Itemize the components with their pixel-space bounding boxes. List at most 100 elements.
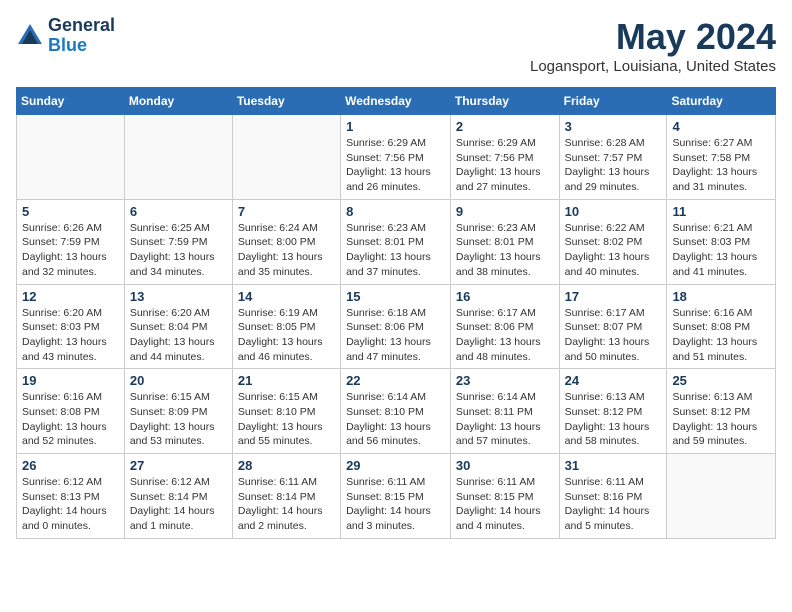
day-info: Sunrise: 6:17 AM Sunset: 8:07 PM Dayligh… (565, 306, 662, 365)
day-number: 8 (346, 204, 445, 219)
day-info: Sunrise: 6:23 AM Sunset: 8:01 PM Dayligh… (346, 221, 445, 280)
calendar-header: SundayMondayTuesdayWednesdayThursdayFrid… (17, 88, 776, 115)
day-info: Sunrise: 6:14 AM Sunset: 8:11 PM Dayligh… (456, 390, 554, 449)
day-info: Sunrise: 6:13 AM Sunset: 8:12 PM Dayligh… (672, 390, 770, 449)
day-number: 18 (672, 289, 770, 304)
logo-icon (16, 22, 44, 50)
day-number: 5 (22, 204, 119, 219)
day-info: Sunrise: 6:26 AM Sunset: 7:59 PM Dayligh… (22, 221, 119, 280)
day-info: Sunrise: 6:20 AM Sunset: 8:03 PM Dayligh… (22, 306, 119, 365)
calendar-cell: 8 Sunrise: 6:23 AM Sunset: 8:01 PM Daylig… (341, 199, 451, 284)
day-number: 16 (456, 289, 554, 304)
day-number: 28 (238, 458, 335, 473)
day-info: Sunrise: 6:11 AM Sunset: 8:15 PM Dayligh… (456, 475, 554, 534)
day-info: Sunrise: 6:17 AM Sunset: 8:06 PM Dayligh… (456, 306, 554, 365)
day-of-week-header: Tuesday (232, 88, 340, 115)
calendar-week-row: 12 Sunrise: 6:20 AM Sunset: 8:03 PM Dayli… (17, 284, 776, 369)
day-number: 15 (346, 289, 445, 304)
day-of-week-header: Sunday (17, 88, 125, 115)
calendar-cell (667, 454, 776, 539)
calendar-cell: 12 Sunrise: 6:20 AM Sunset: 8:03 PM Dayli… (17, 284, 125, 369)
calendar-cell: 7 Sunrise: 6:24 AM Sunset: 8:00 PM Daylig… (232, 199, 340, 284)
calendar-week-row: 1 Sunrise: 6:29 AM Sunset: 7:56 PM Daylig… (17, 115, 776, 200)
calendar-cell: 28Sunrise: 6:11 AM Sunset: 8:14 PM Dayli… (232, 454, 340, 539)
calendar-week-row: 26 Sunrise: 6:12 AM Sunset: 8:13 PM Dayli… (17, 454, 776, 539)
day-number: 7 (238, 204, 335, 219)
calendar-cell: 17 Sunrise: 6:17 AM Sunset: 8:07 PM Dayli… (559, 284, 667, 369)
day-info: Sunrise: 6:20 AM Sunset: 8:04 PM Dayligh… (130, 306, 227, 365)
calendar-cell: 5 Sunrise: 6:26 AM Sunset: 7:59 PM Daylig… (17, 199, 125, 284)
day-number: 19 (22, 373, 119, 388)
day-number: 13 (130, 289, 227, 304)
calendar-cell: 18Sunrise: 6:16 AM Sunset: 8:08 PM Dayli… (667, 284, 776, 369)
day-number: 26 (22, 458, 119, 473)
day-number: 30 (456, 458, 554, 473)
calendar-cell: 30 Sunrise: 6:11 AM Sunset: 8:15 PM Dayli… (450, 454, 559, 539)
calendar-cell: 2 Sunrise: 6:29 AM Sunset: 7:56 PM Daylig… (450, 115, 559, 200)
day-number: 25 (672, 373, 770, 388)
day-number: 14 (238, 289, 335, 304)
logo-general-text: General (48, 15, 115, 35)
calendar-table: SundayMondayTuesdayWednesdayThursdayFrid… (16, 87, 776, 539)
day-number: 24 (565, 373, 662, 388)
calendar-cell: 23 Sunrise: 6:14 AM Sunset: 8:11 PM Dayli… (450, 369, 559, 454)
day-number: 22 (346, 373, 445, 388)
calendar-cell: 24 Sunrise: 6:13 AM Sunset: 8:12 PM Dayli… (559, 369, 667, 454)
day-number: 11 (672, 204, 770, 219)
calendar-cell: 15 Sunrise: 6:18 AM Sunset: 8:06 PM Dayli… (341, 284, 451, 369)
day-info: Sunrise: 6:28 AM Sunset: 7:57 PM Dayligh… (565, 136, 662, 195)
day-number: 12 (22, 289, 119, 304)
day-number: 27 (130, 458, 227, 473)
day-of-week-header: Thursday (450, 88, 559, 115)
day-number: 1 (346, 119, 445, 134)
calendar-cell: 9 Sunrise: 6:23 AM Sunset: 8:01 PM Daylig… (450, 199, 559, 284)
calendar-cell: 1Sunrise: 6:29 AM Sunset: 7:56 PM Daylig… (341, 115, 451, 200)
logo: General Blue (16, 16, 115, 56)
location-subtitle: Logansport, Louisiana, United States (530, 58, 776, 75)
day-info: Sunrise: 6:11 AM Sunset: 8:15 PM Dayligh… (346, 475, 445, 534)
calendar-cell: 16 Sunrise: 6:17 AM Sunset: 8:06 PM Dayli… (450, 284, 559, 369)
day-info: Sunrise: 6:15 AM Sunset: 8:10 PM Dayligh… (238, 390, 335, 449)
calendar-cell: 11Sunrise: 6:21 AM Sunset: 8:03 PM Dayli… (667, 199, 776, 284)
day-info: Sunrise: 6:25 AM Sunset: 7:59 PM Dayligh… (130, 221, 227, 280)
day-number: 2 (456, 119, 554, 134)
calendar-cell (232, 115, 340, 200)
header: General Blue May 2024 Logansport, Louisi… (16, 16, 776, 75)
day-number: 9 (456, 204, 554, 219)
calendar-cell: 22Sunrise: 6:14 AM Sunset: 8:10 PM Dayli… (341, 369, 451, 454)
calendar-cell: 25 Sunrise: 6:13 AM Sunset: 8:12 PM Dayli… (667, 369, 776, 454)
calendar-body: 1 Sunrise: 6:29 AM Sunset: 7:56 PM Daylig… (17, 115, 776, 539)
calendar-cell: 10Sunrise: 6:22 AM Sunset: 8:02 PM Dayli… (559, 199, 667, 284)
logo-blue-text: Blue (48, 35, 87, 55)
calendar-cell: 6Sunrise: 6:25 AM Sunset: 7:59 PM Daylig… (124, 199, 232, 284)
day-number: 31 (565, 458, 662, 473)
day-info: Sunrise: 6:29 AM Sunset: 7:56 PM Dayligh… (456, 136, 554, 195)
day-number: 21 (238, 373, 335, 388)
calendar-cell (17, 115, 125, 200)
day-number: 17 (565, 289, 662, 304)
calendar-cell (124, 115, 232, 200)
day-of-week-header: Monday (124, 88, 232, 115)
calendar-week-row: 5 Sunrise: 6:26 AM Sunset: 7:59 PM Daylig… (17, 199, 776, 284)
day-info: Sunrise: 6:18 AM Sunset: 8:06 PM Dayligh… (346, 306, 445, 365)
day-info: Sunrise: 6:23 AM Sunset: 8:01 PM Dayligh… (456, 221, 554, 280)
day-info: Sunrise: 6:27 AM Sunset: 7:58 PM Dayligh… (672, 136, 770, 195)
day-info: Sunrise: 6:24 AM Sunset: 8:00 PM Dayligh… (238, 221, 335, 280)
calendar-week-row: 19 Sunrise: 6:16 AM Sunset: 8:08 PM Dayli… (17, 369, 776, 454)
day-info: Sunrise: 6:12 AM Sunset: 8:14 PM Dayligh… (130, 475, 227, 534)
day-info: Sunrise: 6:13 AM Sunset: 8:12 PM Dayligh… (565, 390, 662, 449)
day-number: 29 (346, 458, 445, 473)
day-number: 4 (672, 119, 770, 134)
day-info: Sunrise: 6:19 AM Sunset: 8:05 PM Dayligh… (238, 306, 335, 365)
calendar-cell: 27 Sunrise: 6:12 AM Sunset: 8:14 PM Dayli… (124, 454, 232, 539)
calendar-cell: 3Sunrise: 6:28 AM Sunset: 7:57 PM Daylig… (559, 115, 667, 200)
title-area: May 2024 Logansport, Louisiana, United S… (530, 16, 776, 75)
calendar-cell: 31Sunrise: 6:11 AM Sunset: 8:16 PM Dayli… (559, 454, 667, 539)
day-number: 23 (456, 373, 554, 388)
day-info: Sunrise: 6:22 AM Sunset: 8:02 PM Dayligh… (565, 221, 662, 280)
month-title: May 2024 (530, 16, 776, 58)
day-info: Sunrise: 6:16 AM Sunset: 8:08 PM Dayligh… (22, 390, 119, 449)
day-info: Sunrise: 6:12 AM Sunset: 8:13 PM Dayligh… (22, 475, 119, 534)
day-of-week-header: Saturday (667, 88, 776, 115)
day-info: Sunrise: 6:15 AM Sunset: 8:09 PM Dayligh… (130, 390, 227, 449)
